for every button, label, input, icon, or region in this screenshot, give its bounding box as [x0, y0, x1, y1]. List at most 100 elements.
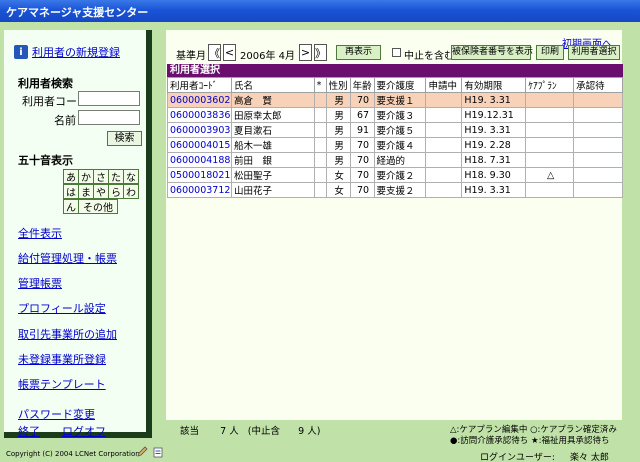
table-cell: H19. 2.28 [461, 137, 527, 153]
table-cell [525, 92, 575, 108]
table-cell: H18. 9.30 [461, 167, 527, 183]
kana-ya[interactable]: や [93, 184, 109, 199]
table-cell [425, 92, 463, 108]
table-cell [313, 137, 327, 153]
user-table: 利用者ｺｰﾄﾞ 氏名 * 性別 年齢 要介護度 申請中 有効期限 ｹｱﾌﾟﾗﾝ 承認待 06000… [167, 77, 623, 198]
toolbar: 基準月 《 < 2006年 4月 > 》 再表示 中止を含む 被保険者番号を表示… [166, 44, 640, 62]
table-cell: 67 [349, 107, 375, 123]
table-cell [425, 152, 463, 168]
table-cell: 経過的 [373, 152, 427, 168]
show-all-link[interactable]: 全件表示 [18, 225, 62, 241]
table-cell [425, 182, 463, 198]
manage-forms-link[interactable]: 管理帳票 [18, 275, 62, 291]
user-code-cell[interactable]: 0600004188 [167, 152, 232, 168]
table-cell: 要介護５ [373, 122, 427, 138]
kana-n[interactable]: ん [63, 199, 79, 214]
user-code-cell[interactable]: 0500018021 [167, 167, 232, 183]
table-cell [313, 107, 327, 123]
next-year-button[interactable]: 》 [314, 44, 327, 61]
table-cell [425, 107, 463, 123]
template-link[interactable]: 帳票テンプレート [18, 376, 106, 392]
table-cell: 船木一雄 [230, 137, 315, 153]
new-user-link[interactable]: i 利用者の新規登録 [14, 44, 120, 60]
search-heading: 利用者検索 [18, 77, 73, 90]
pencil-icon [137, 446, 148, 457]
table-cell: 前田 銀 [230, 152, 315, 168]
include-stopped-checkbox[interactable] [392, 48, 401, 57]
column-header: 性別 [325, 77, 351, 93]
table-cell: H18. 7.31 [461, 152, 527, 168]
table-cell: 要支援２ [373, 182, 427, 198]
kana-other[interactable]: その他 [78, 199, 118, 214]
table-cell [573, 137, 623, 153]
kana-ra[interactable]: ら [108, 184, 124, 199]
name-label: 名前 [54, 114, 76, 127]
search-button[interactable]: 検索 [107, 131, 142, 146]
table-cell: H19. 3.31 [461, 122, 527, 138]
table-cell [313, 167, 327, 183]
kana-ha[interactable]: は [63, 184, 79, 199]
select-user-button[interactable]: 利用者選択 [568, 45, 620, 60]
prev-year-button[interactable]: 《 [208, 44, 221, 61]
redisplay-button[interactable]: 再表示 [336, 45, 381, 60]
print-button[interactable]: 印刷 [536, 45, 564, 60]
profile-link[interactable]: プロフィール設定 [18, 300, 106, 316]
column-header: ｹｱﾌﾟﾗﾝ [525, 77, 575, 93]
user-code-cell[interactable]: 0600003602 [167, 92, 232, 108]
kana-ka[interactable]: か [78, 169, 94, 184]
name-input[interactable] [78, 110, 140, 125]
table-cell [525, 182, 575, 198]
table-cell: 要介護３ [373, 107, 427, 123]
column-header: 申請中 [425, 77, 463, 93]
table-cell: 70 [349, 137, 375, 153]
unregistered-office-link[interactable]: 未登録事業所登録 [18, 351, 106, 367]
table-cell [573, 122, 623, 138]
table-cell: 70 [349, 182, 375, 198]
user-code-cell[interactable]: 0600003712 [167, 182, 232, 198]
table-cell: 70 [349, 92, 375, 108]
next-month-button[interactable]: > [299, 44, 312, 61]
kana-ma[interactable]: ま [78, 184, 94, 199]
table-cell [425, 122, 463, 138]
table-row[interactable]: 0600003712 山田花子女 70 要支援２ H19. 3.31 [167, 182, 623, 198]
table-row[interactable]: 0500018021 松田聖子女 70 要介護２ H18. 9.30 △ [167, 167, 623, 183]
table-row[interactable]: 0600003903 夏目漱石男 91 要介護５ H19. 3.31 [167, 122, 623, 138]
password-link[interactable]: パスワード変更 [18, 406, 95, 422]
logoff-link[interactable]: ログオフ [62, 423, 106, 439]
column-header: 有効期限 [461, 77, 527, 93]
table-row[interactable]: 0600004188 前田 銀男 70 経過的 H18. 7.31 [167, 152, 623, 168]
table-row[interactable]: 0600003836 田原幸太郎男 67 要介護３ H19.12.31 [167, 107, 623, 123]
table-cell [573, 167, 623, 183]
table-cell: 女 [325, 167, 351, 183]
kana-a[interactable]: あ [63, 169, 79, 184]
user-code-input[interactable] [78, 91, 140, 106]
kana-ta[interactable]: た [108, 169, 124, 184]
table-cell: 要介護４ [373, 137, 427, 153]
table-row[interactable]: 0600003602 高倉 賢男 70 要支援１ H19. 3.31 [167, 92, 623, 108]
table-row[interactable]: 0600004015 船木一雄男 70 要介護４ H19. 2.28 [167, 137, 623, 153]
table-cell [313, 92, 327, 108]
table-cell [573, 92, 623, 108]
user-code-cell[interactable]: 0600004015 [167, 137, 232, 153]
kana-table: あ か さ た な は ま や ら わ ん その他 [63, 169, 144, 214]
user-code-cell[interactable]: 0600003836 [167, 107, 232, 123]
column-header: 要介護度 [373, 77, 427, 93]
table-cell [525, 107, 575, 123]
column-header: 利用者ｺｰﾄﾞ [167, 77, 232, 93]
benefit-link[interactable]: 給付管理処理・帳票 [18, 250, 117, 266]
add-office-link[interactable]: 取引先事業所の追加 [18, 326, 117, 342]
kana-na[interactable]: な [123, 169, 139, 184]
table-cell: 松田聖子 [230, 167, 315, 183]
show-insured-number-button[interactable]: 被保険者番号を表示 [451, 45, 533, 60]
stopped-note: (中止含 [247, 426, 281, 437]
table-cell: 女 [325, 182, 351, 198]
table-cell [425, 137, 463, 153]
prev-month-button[interactable]: < [223, 44, 236, 61]
table-cell [525, 137, 575, 153]
table-cell: 夏目漱石 [230, 122, 315, 138]
user-code-cell[interactable]: 0600003903 [167, 122, 232, 138]
kana-wa[interactable]: わ [123, 184, 139, 199]
list-title: 利用者選択 [167, 64, 623, 77]
kana-sa[interactable]: さ [93, 169, 109, 184]
exit-link[interactable]: 終了 [18, 423, 40, 439]
